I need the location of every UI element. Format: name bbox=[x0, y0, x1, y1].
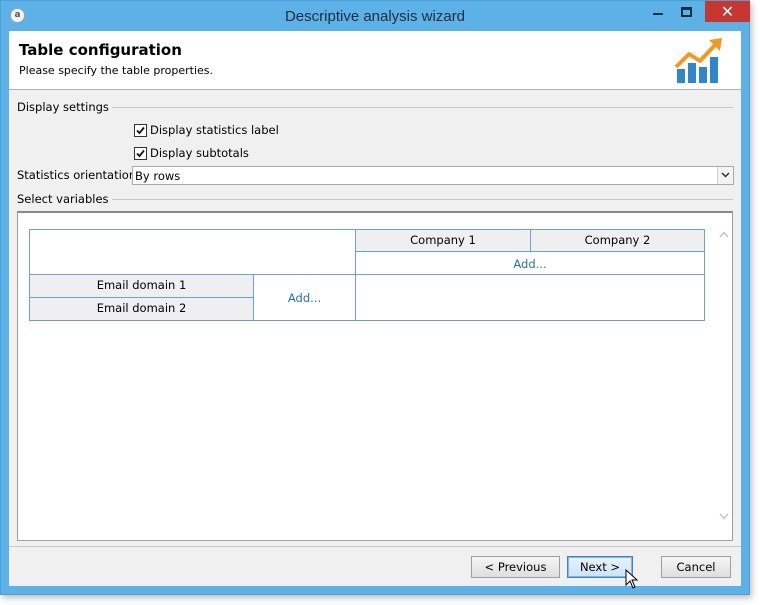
title-bar[interactable]: a Descriptive analysis wizard ✕ bbox=[1, 1, 750, 31]
page-subtitle: Please specify the table properties. bbox=[19, 64, 213, 77]
checkbox[interactable] bbox=[134, 146, 147, 160]
dropdown-button[interactable] bbox=[717, 167, 733, 184]
minimize-button[interactable] bbox=[643, 1, 673, 23]
wizard-body: Table configuration Please specify the t… bbox=[9, 31, 741, 586]
window-title: Descriptive analysis wizard bbox=[284, 8, 466, 25]
checkmark-icon bbox=[136, 126, 145, 134]
option-label: Display subtotals bbox=[150, 146, 249, 160]
orientation-label: Statistics orientation: bbox=[17, 168, 141, 182]
display-settings-label: Display settings bbox=[17, 100, 112, 114]
display-settings-divider bbox=[17, 107, 733, 108]
chevron-down-icon bbox=[721, 172, 730, 178]
option-display-statistics-label[interactable]: Display statistics label bbox=[134, 122, 279, 138]
maximize-icon bbox=[681, 7, 692, 17]
row-header[interactable]: Email domain 2 bbox=[29, 297, 254, 321]
select-variables-label: Select variables bbox=[17, 192, 112, 206]
checkbox[interactable] bbox=[134, 123, 147, 137]
select-variables-divider bbox=[17, 199, 733, 200]
wizard-header: Table configuration Please specify the t… bbox=[9, 31, 741, 90]
vertical-scrollbar[interactable] bbox=[715, 213, 732, 540]
orientation-select[interactable]: By rows bbox=[132, 166, 734, 185]
scroll-up-icon[interactable] bbox=[719, 231, 729, 238]
wizard-window: a Descriptive analysis wizard ✕ Table co… bbox=[0, 0, 750, 595]
row-header[interactable]: Email domain 1 bbox=[29, 274, 254, 298]
chart-growth-icon bbox=[674, 38, 722, 83]
variables-panel: Company 1 Company 2 Add... Email domain … bbox=[17, 211, 733, 541]
mouse-cursor-icon bbox=[625, 569, 639, 589]
close-button[interactable]: ✕ bbox=[705, 1, 750, 22]
option-display-subtotals[interactable]: Display subtotals bbox=[134, 145, 249, 161]
scroll-down-icon[interactable] bbox=[719, 513, 729, 520]
checkmark-icon bbox=[136, 149, 145, 157]
next-button[interactable]: Next > bbox=[567, 556, 633, 578]
page-title: Table configuration bbox=[19, 41, 182, 59]
column-header[interactable]: Company 1 bbox=[355, 229, 531, 252]
orientation-value: By rows bbox=[135, 169, 181, 183]
previous-button[interactable]: < Previous bbox=[471, 556, 560, 578]
column-header[interactable]: Company 2 bbox=[530, 229, 705, 252]
values-cell bbox=[355, 274, 705, 321]
add-row-link[interactable]: Add... bbox=[253, 291, 356, 305]
footer-divider bbox=[9, 546, 741, 547]
cancel-button[interactable]: Cancel bbox=[661, 556, 731, 578]
maximize-button[interactable] bbox=[673, 1, 701, 23]
add-column-link[interactable]: Add... bbox=[355, 257, 705, 271]
minimize-icon bbox=[653, 13, 663, 15]
close-icon: ✕ bbox=[720, 2, 735, 21]
corner-cell bbox=[29, 229, 356, 275]
option-label: Display statistics label bbox=[150, 123, 279, 137]
